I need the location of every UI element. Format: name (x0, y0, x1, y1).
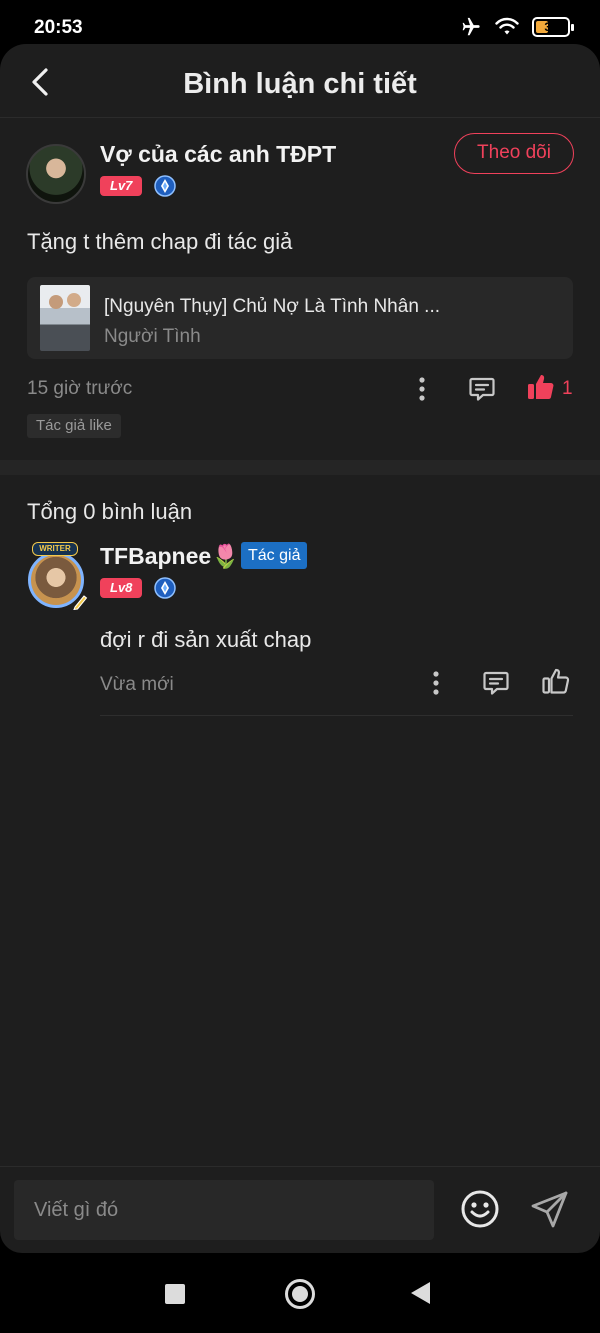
like-count: 1 (562, 378, 573, 399)
section-divider (0, 460, 600, 475)
back-triangle-icon[interactable] (411, 1282, 430, 1304)
reply-button[interactable] (479, 666, 513, 700)
wifi-icon (495, 17, 519, 35)
avatar[interactable] (26, 144, 86, 204)
story-subtitle: Người Tình (104, 326, 201, 347)
comment-author-name[interactable]: Vợ của các anh TĐPT (100, 141, 336, 168)
reply-divider (100, 715, 573, 716)
more-vertical-icon (419, 377, 425, 401)
like-button[interactable] (524, 370, 558, 404)
more-options-button[interactable] (405, 372, 439, 406)
thumbs-up-icon (542, 668, 570, 694)
recents-icon[interactable] (165, 1284, 185, 1304)
comment-detail-screen: Bình luận chi tiết Vợ của các anh TĐPT L… (0, 44, 600, 1253)
reply-time: Vừa mới (100, 674, 174, 695)
status-time: 20:53 (34, 17, 83, 38)
author-like-tag: Tác giả like (27, 414, 121, 438)
author-badge: Tác giả (241, 542, 308, 569)
story-cover-image (40, 285, 90, 351)
diamond-icon (154, 175, 176, 197)
comment-text: Tặng t thêm chap đi tác giả (27, 229, 293, 254)
level-badge: Lv8 (100, 578, 143, 598)
level-badge: Lv7 (100, 176, 143, 196)
reply-button[interactable] (465, 372, 499, 406)
writer-frame-label: WRITER (32, 542, 78, 556)
battery-level: 38 (544, 20, 558, 34)
page-title: Bình luận chi tiết (183, 68, 417, 100)
comment-time: 15 giờ trước (27, 378, 133, 399)
reply-avatar[interactable]: WRITER (22, 542, 92, 610)
emoji-icon[interactable] (458, 1187, 502, 1231)
reply-author-name[interactable]: TFBapnee🌷 (100, 543, 240, 570)
comment-input[interactable] (14, 1180, 434, 1240)
diamond-icon (154, 577, 176, 599)
system-nav-bar (0, 1253, 600, 1333)
top-bar: Bình luận chi tiết (0, 44, 600, 118)
thumbs-up-filled-icon (528, 375, 554, 400)
status-icons: 38 (458, 16, 574, 38)
total-comments-label: Tổng 0 bình luận (27, 499, 193, 524)
more-options-button[interactable] (419, 666, 453, 700)
airplane-icon (462, 17, 480, 36)
like-button[interactable] (539, 664, 573, 698)
follow-button[interactable]: Theo dõi (454, 133, 574, 174)
comment-composer (0, 1166, 600, 1253)
comment-icon (483, 671, 509, 695)
comment-icon (469, 377, 495, 401)
pencil-icon (73, 595, 88, 610)
battery-icon: 38 (532, 17, 574, 37)
more-vertical-icon (433, 671, 439, 695)
send-icon[interactable] (528, 1187, 572, 1231)
home-icon[interactable] (285, 1279, 315, 1309)
story-title: [Nguyên Thụy] Chủ Nợ Là Tình Nhân ... (104, 296, 440, 317)
story-card[interactable]: [Nguyên Thụy] Chủ Nợ Là Tình Nhân ... Ng… (27, 277, 573, 359)
reply-text: đợi r đi sản xuất chap (100, 627, 312, 652)
